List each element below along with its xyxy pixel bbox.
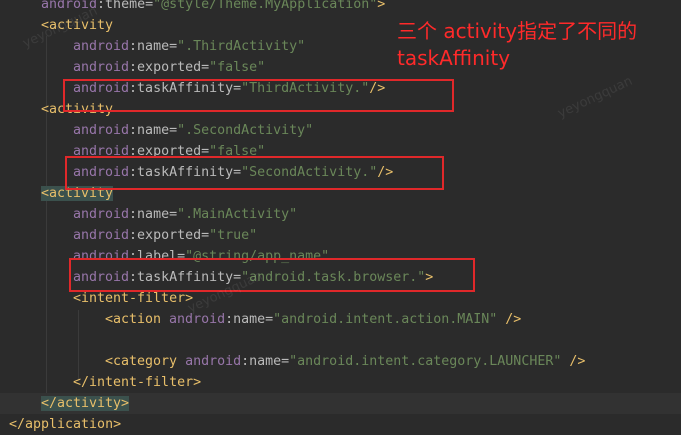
code-line[interactable]: android:theme="@style/Theme.MyApplicatio…: [0, 0, 681, 15]
code-line[interactable]: <category android:name="android.intent.c…: [0, 351, 681, 372]
code-line[interactable]: android:exported="true": [0, 225, 681, 246]
highlight-box-third: [63, 79, 454, 112]
code-line[interactable]: </intent-filter>: [0, 372, 681, 393]
code-line[interactable]: android:name=".SecondActivity": [0, 120, 681, 141]
code-line[interactable]: <action android:name="android.intent.act…: [0, 309, 681, 330]
highlight-box-main: [69, 258, 475, 292]
code-line[interactable]: [0, 330, 681, 351]
code-editor[interactable]: android:theme="@style/Theme.MyApplicatio…: [0, 0, 681, 432]
code-line[interactable]: android:name=".MainActivity": [0, 204, 681, 225]
code-line-current[interactable]: </activity>: [0, 393, 681, 414]
code-line[interactable]: </application>: [0, 414, 681, 435]
highlight-box-second: [65, 156, 444, 190]
annotation-note: 三个 activity指定了不同的taskAffinity: [397, 19, 638, 70]
